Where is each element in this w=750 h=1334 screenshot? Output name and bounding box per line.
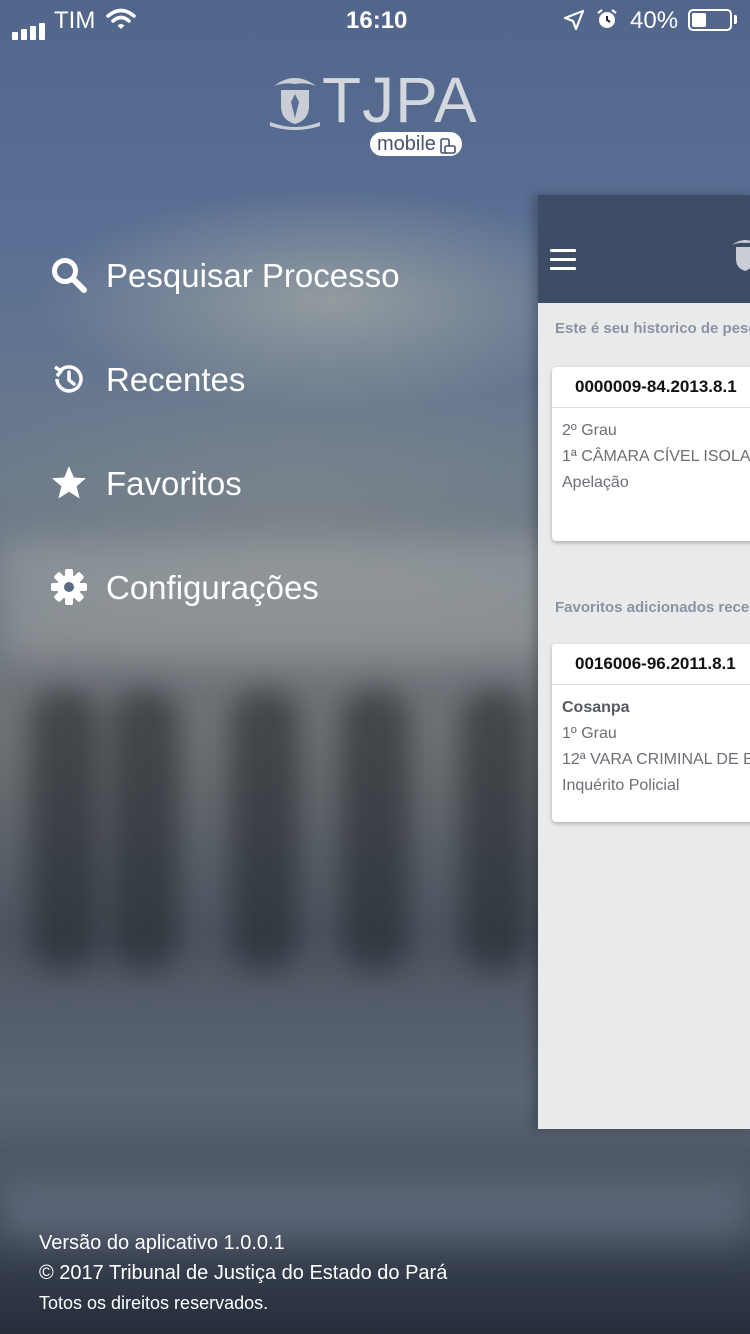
hamburger-menu-icon[interactable] — [550, 249, 576, 276]
app-footer: Versão do aplicativo 1.0.0.1 © 2017 Trib… — [39, 1228, 447, 1318]
battery-percentage: 40% — [630, 7, 679, 34]
clock: 16:10 — [346, 7, 408, 34]
process-number: 0016006-96.2011.8.1 — [552, 644, 750, 685]
menu-item-label: Configurações — [106, 569, 319, 606]
search-icon — [50, 256, 88, 294]
copyright-text: © 2017 Tribunal de Justiça do Estado do … — [39, 1262, 448, 1284]
process-grau: 2º Grau — [562, 422, 617, 439]
menu-item-recentes[interactable]: Recentes — [50, 340, 490, 420]
process-orgao: 12ª VARA CRIMINAL DE B — [562, 751, 750, 768]
process-number: 0000009-84.2013.8.1 — [552, 367, 750, 408]
location-arrow-icon — [563, 9, 585, 38]
phone-icon — [440, 136, 456, 160]
process-classe: Apelação — [562, 474, 629, 491]
wifi-icon — [106, 8, 136, 37]
menu-item-label: Recentes — [106, 361, 246, 398]
process-parte: Cosanpa — [562, 699, 630, 716]
process-classe: Inquérito Policial — [562, 777, 680, 794]
gear-icon — [50, 568, 88, 606]
app-logo: TJPA mobile — [268, 68, 478, 160]
app-version: Versão do aplicativo 1.0.0.1 — [39, 1232, 285, 1254]
battery-tip — [734, 15, 737, 24]
favorite-process-card[interactable]: 0016006-96.2011.8.1 Cosanpa 1º Grau 12ª … — [552, 644, 750, 822]
status-bar: TIM 16:10 40% — [0, 0, 750, 40]
history-section-title: Este é seu historico de pesqu — [555, 320, 750, 337]
alarm-icon — [596, 8, 618, 37]
top-nav-bar — [538, 195, 750, 303]
menu-item-favoritos[interactable]: Favoritos — [50, 444, 490, 524]
process-grau: 1º Grau — [562, 725, 617, 742]
history-icon — [50, 360, 88, 398]
process-orgao: 1ª CÂMARA CÍVEL ISOLA — [562, 448, 750, 465]
menu-item-configuracoes[interactable]: Configurações — [50, 548, 490, 628]
star-icon — [50, 464, 88, 502]
rights-text: Totos os direitos reservados. — [39, 1293, 269, 1313]
mobile-badge: mobile — [370, 132, 462, 156]
signal-icon — [12, 12, 48, 40]
history-process-card[interactable]: 0000009-84.2013.8.1 2º Grau 1ª CÂMARA CÍ… — [552, 367, 750, 541]
main-content-panel[interactable]: Este é seu historico de pesqu 0000009-84… — [538, 195, 750, 1129]
menu-item-pesquisar[interactable]: Pesquisar Processo — [50, 236, 490, 316]
menu-item-label: Pesquisar Processo — [106, 257, 400, 294]
coat-of-arms-icon — [268, 72, 322, 135]
menu-item-label: Favoritos — [106, 465, 242, 502]
coat-of-arms-icon — [730, 235, 750, 280]
mobile-badge-label: mobile — [377, 133, 436, 155]
favorites-section-title: Favoritos adicionados recente — [555, 599, 750, 616]
carrier-label: TIM — [54, 7, 96, 34]
battery-icon — [688, 9, 732, 31]
logo-text: TJPA — [322, 64, 478, 136]
